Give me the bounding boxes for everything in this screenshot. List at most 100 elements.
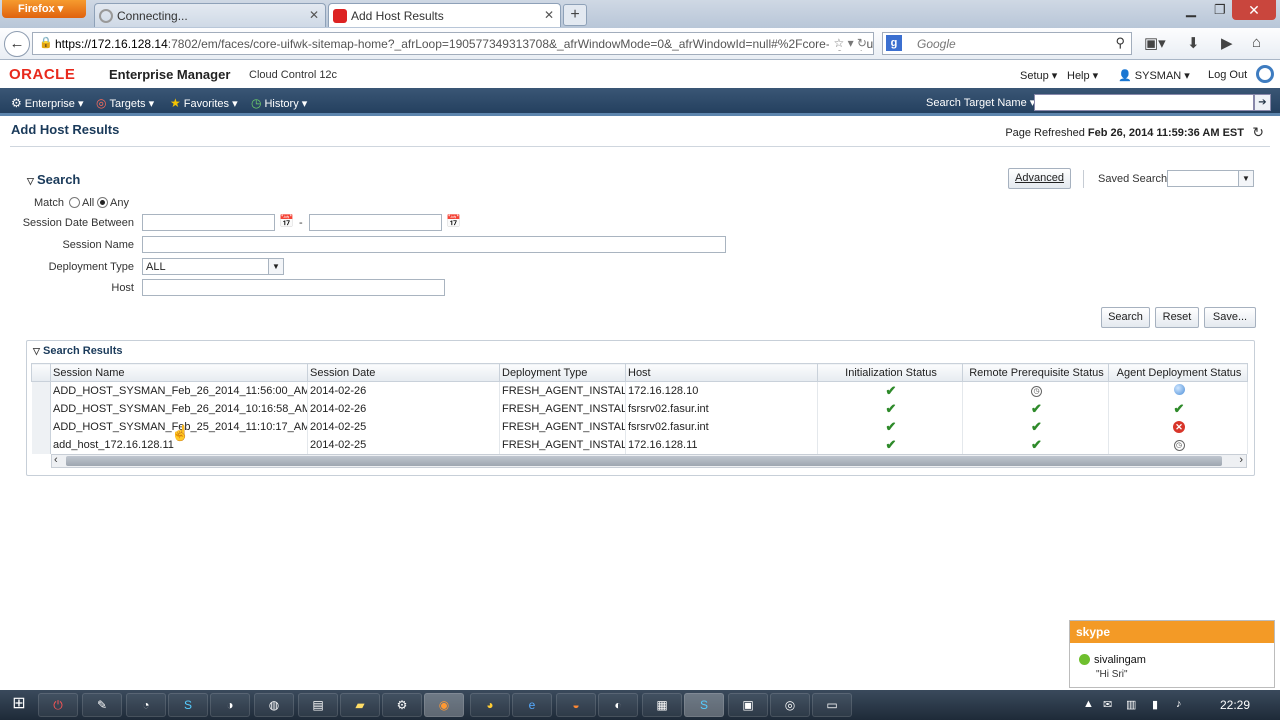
table-row[interactable]: ADD_HOST_SYSMAN_Feb_26_2014_11:56:00_AM_… (31, 381, 1248, 400)
session-name-link[interactable]: ADD_HOST_SYSMAN_Feb_26_2014_11:56:00_AM_… (50, 381, 308, 400)
check-icon[interactable]: ✔ (886, 419, 897, 434)
skype-app-icon[interactable]: S (684, 693, 724, 717)
check-icon[interactable]: ✔ (886, 437, 897, 452)
targets-menu[interactable]: ◎ Targets ▾ (96, 96, 154, 110)
check-icon[interactable]: ✔ (886, 383, 897, 398)
error-icon[interactable]: ✕ (1173, 420, 1185, 433)
search-button[interactable]: Search (1101, 307, 1150, 328)
tray-icon[interactable]: ✉ (1103, 698, 1112, 711)
row-header[interactable] (31, 435, 51, 454)
volume-icon[interactable]: ♪ (1176, 698, 1182, 710)
favorites-menu[interactable]: ★ Favorites ▾ (170, 96, 238, 110)
user-menu[interactable]: 👤 SYSMAN ▾ (1118, 69, 1190, 82)
clock-icon[interactable]: ◷ (1173, 440, 1185, 451)
scroll-right-icon[interactable]: › (1239, 454, 1243, 466)
calendar-icon[interactable]: 📅 (446, 214, 461, 228)
window-close-button[interactable]: ✕ (1232, 0, 1276, 20)
col-session-date[interactable]: Session Date (307, 363, 500, 382)
chrome-app-icon[interactable]: ◕ (470, 693, 510, 717)
search-go-arrow-icon[interactable]: ➔ (1254, 94, 1271, 111)
search-target-type-menu[interactable]: Search Target Name ▾ (926, 96, 1035, 109)
deployment-type-select[interactable]: ALL ▼ (142, 258, 284, 275)
row-header[interactable] (31, 399, 51, 418)
col-deployment-type[interactable]: Deployment Type (499, 363, 626, 382)
save-button[interactable]: Save... (1204, 307, 1256, 328)
app-icon[interactable]: ⚙ (382, 693, 422, 717)
host-input[interactable] (142, 279, 445, 296)
search-results-title[interactable]: ▽ Search Results (33, 345, 122, 357)
youtube-icon[interactable]: ▶ (1221, 34, 1233, 52)
advanced-button[interactable]: Advanced (1008, 168, 1071, 189)
app-icon[interactable]: ◒ (556, 693, 596, 717)
ie-app-icon[interactable]: e (512, 693, 552, 717)
check-icon[interactable]: ✔ (1031, 401, 1042, 416)
skype-app-icon[interactable]: S (168, 693, 208, 717)
check-icon[interactable]: ✔ (1174, 401, 1185, 416)
folder-icon[interactable]: ▰ (340, 693, 380, 717)
search-section-title[interactable]: ▽ Search (27, 172, 80, 187)
col-host[interactable]: Host (625, 363, 818, 382)
skype-notification[interactable]: skype sivalingam "Hi Sri" (1069, 620, 1275, 688)
home-icon[interactable]: ⌂ (1252, 34, 1261, 51)
saved-search-select[interactable]: ▼ (1167, 170, 1254, 187)
network-icon[interactable]: ▮ (1152, 698, 1158, 711)
bookmark-star-icon[interactable]: ☆ ▾ ↻ (829, 36, 867, 50)
minimize-icon[interactable]: ▁ (1186, 2, 1196, 18)
url-bar[interactable]: 🔒 https://172.16.128.14:7802/em/faces/co… (32, 32, 874, 55)
row-header[interactable] (31, 381, 51, 400)
search-engine-input[interactable]: g Google ⚲ (882, 32, 1132, 55)
row-header[interactable] (31, 417, 51, 436)
logout-link[interactable]: Log Out (1208, 69, 1247, 81)
back-arrow-icon[interactable]: ← (4, 31, 30, 57)
search-icon[interactable]: ⚲ (1115, 35, 1125, 51)
tab-add-host-results[interactable]: Add Host Results ✕ (328, 3, 561, 27)
col-remote-prerequisite-status[interactable]: Remote Prerequisite Status (962, 363, 1109, 382)
app-icon[interactable]: ◎ (770, 693, 810, 717)
new-tab-button[interactable]: + (563, 4, 587, 26)
scroll-left-icon[interactable]: ‹ (54, 454, 58, 466)
app-icon[interactable]: ▭ (812, 693, 852, 717)
clock-icon[interactable]: ◷ (1031, 386, 1042, 398)
table-row[interactable]: add_host_172.16.128.11 2014-02-25 FRESH_AG… (31, 435, 1248, 454)
horizontal-scrollbar[interactable]: ‹ › (51, 454, 1247, 468)
app-icon[interactable]: ✎ (82, 693, 122, 717)
app-icon[interactable]: ▤ (298, 693, 338, 717)
col-initialization-status[interactable]: Initialization Status (817, 363, 963, 382)
match-any-radio[interactable]: Any (97, 197, 129, 209)
check-icon[interactable]: ✔ (886, 401, 897, 416)
app-icon[interactable]: ▣ (728, 693, 768, 717)
col-session-name[interactable]: Session Name (50, 363, 308, 382)
firefox-menu-button[interactable]: Firefox ▾ (2, 0, 86, 18)
app-icon[interactable]: ◔ (126, 693, 166, 717)
download-icon[interactable]: ⬇ (1187, 34, 1200, 52)
check-icon[interactable]: ✔ (1031, 419, 1042, 434)
in-progress-icon[interactable] (1173, 383, 1185, 395)
tray-up-arrow-icon[interactable]: ▲ (1083, 698, 1094, 710)
match-all-radio[interactable]: All (69, 197, 94, 209)
tray-icon[interactable]: ▥ (1126, 698, 1136, 711)
search-target-input[interactable] (1034, 94, 1254, 111)
restore-icon[interactable]: ❐ (1214, 2, 1226, 18)
app-icon[interactable]: ▦ (642, 693, 682, 717)
session-name-link[interactable]: ADD_HOST_SYSMAN_Feb_26_2014_10:16:58_AM_… (50, 399, 308, 418)
table-row[interactable]: ADD_HOST_SYSMAN_Feb_26_2014_10:16:58_AM_… (31, 399, 1248, 418)
tab-connecting[interactable]: Connecting... ✕ (94, 3, 326, 27)
calendar-icon[interactable]: 📅 (279, 214, 294, 228)
enterprise-menu[interactable]: ⚙ Enterprise ▾ (11, 96, 83, 110)
check-icon[interactable]: ✔ (1031, 437, 1042, 452)
setup-menu[interactable]: Setup ▾ (1020, 69, 1057, 82)
session-date-to-input[interactable] (309, 214, 442, 231)
bookmarks-icon[interactable]: ▣▾ (1144, 34, 1166, 52)
session-date-from-input[interactable] (142, 214, 275, 231)
col-agent-deployment-status[interactable]: Agent Deployment Status (1108, 363, 1248, 382)
app-icon[interactable]: ◐ (598, 693, 638, 717)
help-menu[interactable]: Help ▾ (1067, 69, 1098, 82)
history-menu[interactable]: ◷ History ▾ (251, 96, 307, 110)
session-name-input[interactable] (142, 236, 726, 253)
app-icon[interactable]: ◑ (210, 693, 250, 717)
close-icon[interactable]: ✕ (309, 8, 319, 22)
app-icon[interactable]: ◍ (254, 693, 294, 717)
refresh-icon[interactable]: ↻ (1252, 124, 1264, 141)
scrollbar-thumb[interactable] (66, 456, 1222, 466)
table-row[interactable]: ADD_HOST_SYSMAN_Feb_25_2014_11:10:17_AM_… (31, 417, 1248, 436)
